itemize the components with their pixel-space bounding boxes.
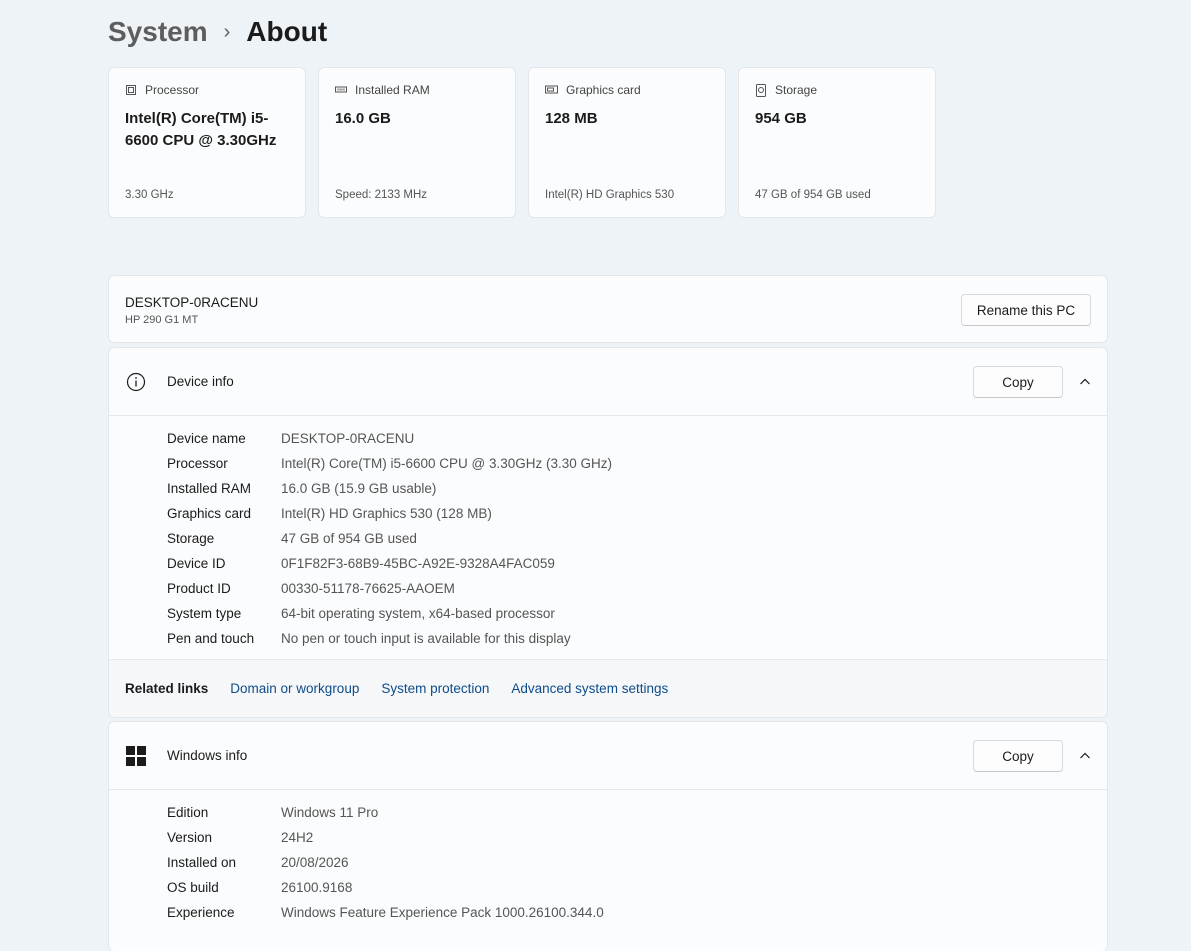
device-info-value: 0F1F82F3-68B9-45BC-A92E-9328A4FAC059	[281, 556, 555, 571]
ram-card-sub: Speed: 2133 MHz	[335, 189, 428, 201]
graphics-card-value: 128 MB	[545, 110, 598, 127]
device-info-list: Device name DESKTOP-0RACENU Processor Inte…	[109, 416, 1107, 651]
graphics-card-header: Graphics card	[545, 83, 641, 97]
windows-info-key: Experience	[167, 905, 235, 920]
device-info-value: DESKTOP-0RACENU	[281, 431, 415, 446]
device-info-key: System type	[167, 606, 242, 621]
device-info-value: No pen or touch input is available for t…	[281, 631, 571, 646]
windows-info-value: 20/08/2026	[281, 855, 349, 870]
graphics-card-sub: Intel(R) HD Graphics 530	[545, 189, 675, 201]
windows-info-row: Version 24H2	[109, 825, 1107, 850]
windows-info-value: 24H2	[281, 830, 314, 845]
device-info-key: Storage	[167, 531, 215, 546]
pc-model: HP 290 G1 MT	[125, 314, 199, 326]
device-info-key: Device name	[167, 431, 246, 446]
windows-info-value: 26100.9168	[281, 880, 353, 895]
device-info-key: Installed RAM	[167, 481, 252, 496]
windows-info-value: Windows Feature Experience Pack 1000.261…	[281, 905, 604, 920]
device-info-row: Device name DESKTOP-0RACENU	[109, 426, 1107, 451]
windows-info-row: Installed on 20/08/2026	[109, 850, 1107, 875]
advanced-system-settings-link[interactable]: Advanced system settings	[511, 681, 668, 696]
windows-info-key: Version	[167, 830, 213, 845]
spec-cards: Processor Intel(R) Core(TM) i5-6600 CPU …	[108, 67, 936, 218]
windows-info-key: Edition	[167, 805, 209, 820]
system-protection-link[interactable]: System protection	[381, 681, 489, 696]
processor-card: Processor Intel(R) Core(TM) i5-6600 CPU …	[108, 67, 306, 218]
info-icon	[126, 372, 146, 392]
processor-icon	[126, 85, 136, 95]
related-links-label: Related links	[125, 681, 209, 696]
rename-pc-button[interactable]: Rename this PC	[961, 294, 1091, 326]
pc-name-panel: DESKTOP-0RACENU HP 290 G1 MT Rename this…	[108, 275, 1108, 343]
device-info-row: Graphics card Intel(R) HD Graphics 530 (1…	[109, 501, 1107, 526]
device-info-row: Processor Intel(R) Core(TM) i5-6600 CPU @…	[109, 451, 1107, 476]
ram-card: Installed RAM 16.0 GB Speed: 2133 MHz	[318, 67, 516, 218]
ram-card-label: Installed RAM	[355, 83, 430, 97]
processor-card-label: Processor	[145, 83, 200, 97]
windows-info-section: Windows info Copy Edition Windows 11 Pro …	[108, 721, 1108, 951]
storage-card-header: Storage	[755, 83, 817, 97]
storage-card: Storage 954 GB 47 GB of 954 GB used	[738, 67, 936, 218]
processor-card-value: Intel(R) Core(TM) i5-6600 CPU @ 3.30GHz	[125, 110, 277, 149]
device-info-value: Intel(R) HD Graphics 530 (128 MB)	[281, 506, 492, 521]
windows-info-header[interactable]: Windows info Copy	[109, 722, 1107, 790]
ram-card-value: 16.0 GB	[335, 110, 391, 127]
windows-info-value: Windows 11 Pro	[281, 805, 379, 820]
breadcrumb-system[interactable]: System	[108, 16, 208, 48]
device-info-row: Device ID 0F1F82F3-68B9-45BC-A92E-9328A4F…	[109, 551, 1107, 576]
device-info-row: System type 64-bit operating system, x64-…	[109, 601, 1107, 626]
graphics-card: Graphics card 128 MB Intel(R) HD Graphic…	[528, 67, 726, 218]
windows-info-key: OS build	[167, 880, 219, 895]
device-info-copy-button[interactable]: Copy	[973, 366, 1063, 398]
storage-card-label: Storage	[775, 83, 818, 97]
pc-name: DESKTOP-0RACENU	[125, 295, 259, 310]
storage-icon	[756, 83, 766, 97]
device-info-title: Device info	[167, 374, 234, 389]
device-info-value: 64-bit operating system, x64-based proce…	[281, 606, 555, 621]
device-info-value: 47 GB of 954 GB used	[281, 531, 417, 546]
chevron-up-icon[interactable]	[1079, 750, 1091, 762]
device-info-value: 00330-51178-76625-AAOEM	[281, 581, 455, 596]
device-info-value: 16.0 GB (15.9 GB usable)	[281, 481, 437, 496]
windows-info-row: OS build 26100.9168	[109, 875, 1107, 900]
windows-info-row: Edition Windows 11 Pro	[109, 800, 1107, 825]
windows-info-copy-button[interactable]: Copy	[973, 740, 1063, 772]
related-links-bar: Related links Domain or workgroup System…	[109, 659, 1107, 717]
device-info-row: Product ID 00330-51178-76625-AAOEM	[109, 576, 1107, 601]
processor-card-header: Processor	[125, 83, 199, 97]
windows-info-list: Edition Windows 11 Pro Version 24H2 Instal…	[109, 790, 1107, 925]
device-info-header[interactable]: Device info Copy	[109, 348, 1107, 416]
windows-info-key: Installed on	[167, 855, 237, 870]
windows-logo-icon	[126, 746, 146, 766]
device-info-value: Intel(R) Core(TM) i5-6600 CPU @ 3.30GHz …	[281, 456, 613, 471]
storage-card-value: 954 GB	[755, 110, 807, 127]
storage-card-sub: 47 GB of 954 GB used	[755, 189, 871, 201]
graphics-card-label: Graphics card	[566, 83, 641, 97]
device-info-key: Pen and touch	[167, 631, 255, 646]
device-info-key: Graphics card	[167, 506, 252, 521]
device-info-key: Processor	[167, 456, 228, 471]
ram-icon	[335, 86, 347, 93]
windows-info-row: Experience Windows Feature Experience Pac…	[109, 900, 1107, 925]
device-info-row: Storage 47 GB of 954 GB used	[109, 526, 1107, 551]
ram-card-header: Installed RAM	[335, 83, 430, 97]
device-info-row: Installed RAM 16.0 GB (15.9 GB usable)	[109, 476, 1107, 501]
chevron-up-icon[interactable]	[1079, 376, 1091, 388]
chevron-right-icon: ›	[223, 20, 231, 43]
domain-workgroup-link[interactable]: Domain or workgroup	[230, 681, 359, 696]
breadcrumb: System › About	[108, 12, 327, 52]
windows-info-title: Windows info	[167, 748, 248, 763]
page-title: About	[246, 16, 328, 47]
device-info-section: Device info Copy Device name DESKTOP-0RAC…	[108, 347, 1108, 718]
processor-card-sub: 3.30 GHz	[125, 189, 174, 201]
device-info-row: Pen and touch No pen or touch input is av…	[109, 626, 1107, 651]
device-info-key: Device ID	[167, 556, 226, 571]
device-info-key: Product ID	[167, 581, 231, 596]
graphics-card-icon	[545, 85, 558, 94]
